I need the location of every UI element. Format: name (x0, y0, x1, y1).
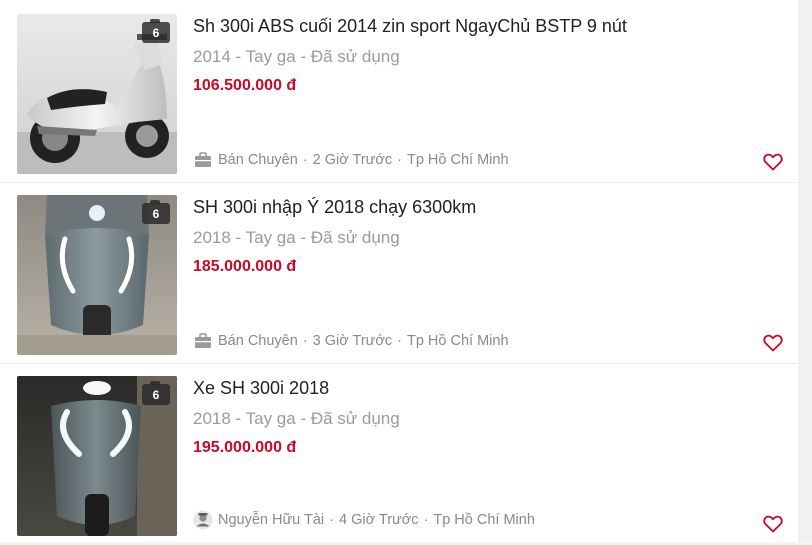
listing-price: 106.500.000 đ (193, 77, 297, 94)
listing-thumbnail[interactable]: 6 (17, 195, 177, 355)
listing-title[interactable]: Xe SH 300i 2018 (193, 378, 329, 399)
separator: · (329, 512, 335, 528)
listing-meta: 2018 - Tay ga - Đã sử dụng (193, 409, 400, 428)
briefcase-icon (195, 333, 211, 348)
listing-thumbnail[interactable]: 6 (17, 376, 177, 536)
post-time: 4 Giờ Trước (339, 512, 419, 528)
photo-count-badge: 6 (142, 19, 170, 43)
heart-icon[interactable] (763, 334, 783, 352)
listing-seller-info: Nguyễn Hữu Tài · 4 Giờ Trước · Tp Hồ Chí… (193, 509, 535, 531)
heart-icon[interactable] (763, 515, 783, 533)
heart-icon[interactable] (763, 153, 783, 171)
listing-title[interactable]: SH 300i nhập Ý 2018 chạy 6300km (193, 197, 476, 218)
scrollbar[interactable] (798, 0, 812, 542)
listing-seller-info: Bán Chuyên · 3 Giờ Trước · Tp Hồ Chí Min… (193, 330, 509, 352)
post-time: 2 Giờ Trước (312, 152, 393, 168)
listing-title[interactable]: Sh 300i ABS cuối 2014 zin sport NgayChủ … (193, 16, 627, 37)
listing-item[interactable]: 6 Sh 300i ABS cuối 2014 zin sport NgayCh… (0, 2, 798, 183)
listing-price: 185.000.000 đ (193, 258, 297, 275)
seller-name[interactable]: Nguyễn Hữu Tài (218, 512, 324, 528)
separator: · (423, 512, 429, 528)
listing-meta: 2018 - Tay ga - Đã sử dụng (193, 228, 400, 247)
listing-price: 195.000.000 đ (193, 439, 297, 456)
listing-item[interactable]: 6 Xe SH 300i 2018 2018 - Tay ga - Đã sử … (0, 364, 798, 545)
location: Tp Hồ Chí Minh (406, 152, 509, 168)
post-time: 3 Giờ Trước (312, 333, 393, 349)
listing-list: 6 Sh 300i ABS cuối 2014 zin sport NgayCh… (0, 0, 798, 542)
separator: · (302, 333, 308, 349)
briefcase-icon (195, 152, 211, 167)
listing-seller-info: Bán Chuyên · 2 Giờ Trước · Tp Hồ Chí Min… (193, 149, 509, 171)
seller-name[interactable]: Bán Chuyên (218, 333, 298, 349)
location: Tp Hồ Chí Minh (406, 333, 509, 349)
separator: · (302, 152, 308, 168)
listing-thumbnail[interactable]: 6 (17, 14, 177, 174)
listing-item[interactable]: 6 SH 300i nhập Ý 2018 chạy 6300km 2018 -… (0, 183, 798, 364)
photo-count-badge: 6 (142, 381, 170, 405)
user-avatar-icon (193, 510, 213, 530)
photo-count-badge: 6 (142, 200, 170, 224)
location: Tp Hồ Chí Minh (433, 512, 535, 528)
seller-name[interactable]: Bán Chuyên (218, 152, 298, 168)
separator: · (397, 333, 402, 349)
listing-meta: 2014 - Tay ga - Đã sử dụng (193, 47, 400, 66)
separator: · (397, 152, 402, 168)
